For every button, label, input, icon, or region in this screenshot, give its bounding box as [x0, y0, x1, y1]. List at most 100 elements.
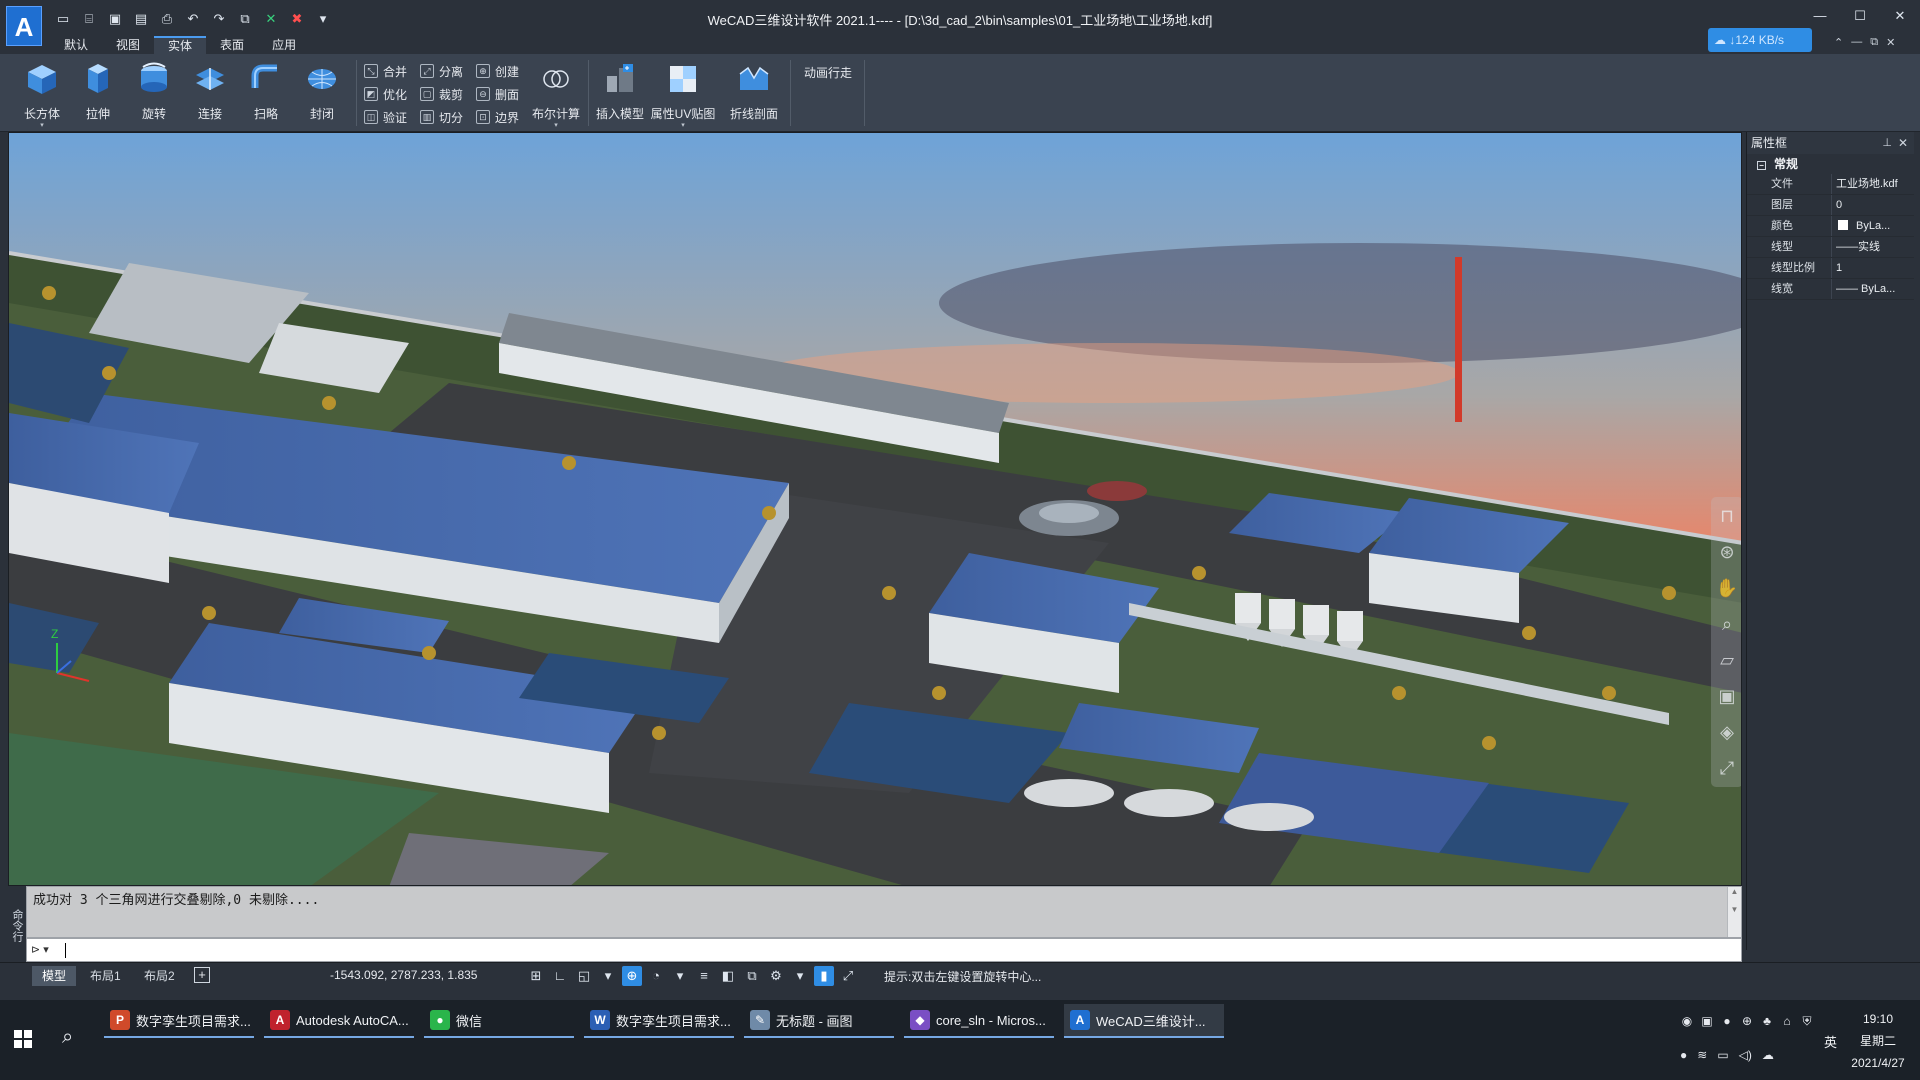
merge-button[interactable]: ⤡ 合并 [364, 62, 407, 80]
fold-section-button[interactable]: 折线剖面 [728, 60, 780, 122]
minimize-icon[interactable]: — [1812, 8, 1828, 24]
windows-start-icon[interactable] [14, 1030, 32, 1048]
wifi-icon[interactable]: ≋ [1697, 1048, 1707, 1062]
tab-apply[interactable]: 应用 [258, 36, 310, 54]
dropdown-icon[interactable]: ▾ [670, 966, 690, 986]
cloud-tray-icon[interactable]: ☁ [1762, 1048, 1774, 1062]
doc-minimize-icon[interactable]: — [1851, 36, 1862, 49]
close-red-icon[interactable]: ✖ [288, 10, 306, 28]
network-tool-icon[interactable]: ▣ [1700, 1014, 1714, 1030]
selection-cycle-icon[interactable]: ⧉ [742, 966, 762, 986]
pan-icon[interactable]: ✋ [1715, 575, 1739, 601]
uv-map-button[interactable]: 属性UV贴图 ▾ [650, 60, 716, 129]
taskbar-app-powerpoint[interactable]: P 数字孪生项目需求... [104, 1004, 254, 1038]
layout-tab-1[interactable]: 布局1 [80, 966, 131, 986]
validate-button[interactable]: ◫ 验证 [364, 108, 407, 126]
tab-view[interactable]: 视图 [102, 36, 154, 54]
taskbar-app-visual-studio[interactable]: ◆ core_sln - Micros... [904, 1004, 1054, 1038]
insert-model-button[interactable]: 插入模型 [594, 60, 646, 122]
property-row-layer[interactable]: 图层 0 [1747, 195, 1914, 216]
tab-solid[interactable]: 实体 [154, 36, 207, 54]
property-row-linetype-scale[interactable]: 线型比例 1 [1747, 258, 1914, 279]
taskbar-app-autocad[interactable]: A Autodesk AutoCA... [264, 1004, 414, 1038]
animation-walk-button[interactable]: 动画行走 [804, 64, 852, 81]
dropdown-icon[interactable]: ▾ [314, 10, 332, 28]
3d-viewport[interactable]: Z ⊓ ⊛ ✋ ⌕ ▱ ▣ ◈ ⤢ [8, 132, 1742, 886]
app-logo[interactable]: A [6, 6, 42, 46]
open-icon[interactable]: ⌸ [80, 10, 98, 28]
command-input[interactable]: ⊳ ▾ [26, 938, 1742, 962]
slice-button[interactable]: ▥ 切分 [420, 108, 463, 126]
snap-icon[interactable]: ◱ [574, 966, 594, 986]
app-tray-icon[interactable]: ● [1720, 1014, 1734, 1030]
add-layout-button[interactable]: + [194, 967, 210, 983]
create-button[interactable]: ⊕ 创建 [476, 62, 519, 80]
command-prompt-icon[interactable]: ⊳ ▾ [31, 943, 49, 956]
print-icon[interactable]: ⎙ [158, 10, 176, 28]
security-icon[interactable]: ⛨ [1800, 1014, 1814, 1030]
taskbar-app-wechat[interactable]: ● 微信 [424, 1004, 574, 1038]
volume-icon[interactable]: ◁) [1739, 1048, 1752, 1062]
close-panel-icon[interactable]: ✕ [1898, 132, 1908, 154]
trim-button[interactable]: ▢ 裁剪 [420, 85, 463, 103]
undo-icon[interactable]: ↶ [184, 10, 202, 28]
collapse-ribbon-icon[interactable]: ⌃ [1834, 36, 1843, 49]
top-view-icon[interactable]: ▣ [1715, 683, 1739, 709]
close-green-icon[interactable]: ✕ [262, 10, 280, 28]
doc-restore-icon[interactable]: ⧉ [1870, 36, 1878, 49]
extrude-button[interactable]: 拉伸 [72, 60, 124, 122]
iso-view-icon[interactable]: ◈ [1715, 719, 1739, 745]
optimize-button[interactable]: ◩ 优化 [364, 85, 407, 103]
grid-icon[interactable]: ⊞ [526, 966, 546, 986]
redo-icon[interactable]: ↷ [210, 10, 228, 28]
search-icon[interactable]: ⌕ [62, 1026, 73, 1049]
lineweight-icon[interactable]: ≡ [694, 966, 714, 986]
tab-default[interactable]: 默认 [50, 36, 102, 54]
app-tray-icon[interactable]: ♣ [1760, 1014, 1774, 1030]
object-snap-icon[interactable]: ⊕ [622, 966, 642, 986]
delete-face-button[interactable]: ⊖ 删面 [476, 85, 519, 103]
box-button[interactable]: 长方体 ▾ [16, 60, 68, 129]
fit-extents-icon[interactable]: ⤢ [1715, 755, 1739, 781]
separate-button[interactable]: ⤢ 分离 [420, 62, 463, 80]
property-row-lineweight[interactable]: 线宽 —— ByLa... [1747, 279, 1914, 300]
settings-icon[interactable]: ⚙ [766, 966, 786, 986]
app-tray-icon[interactable]: ⊕ [1740, 1014, 1754, 1030]
property-group-general[interactable]: − 常规 [1747, 154, 1914, 174]
front-view-icon[interactable]: ▱ [1715, 647, 1739, 673]
command-scrollbar[interactable]: ▲ ▼ [1727, 887, 1741, 937]
connect-button[interactable]: 连接 [184, 60, 236, 122]
boolean-dropdown-icon[interactable]: ▾ [530, 122, 582, 129]
input-method-indicator[interactable]: 英 [1824, 1032, 1837, 1051]
revolve-button[interactable]: 旋转 [128, 60, 180, 122]
property-row-linetype[interactable]: 线型 ——实线 [1747, 237, 1914, 258]
boolean-button[interactable]: 布尔计算 ▾ [530, 60, 582, 129]
pin-icon[interactable]: ⊥ [1882, 132, 1892, 154]
layout-tab-model[interactable]: 模型 [32, 966, 77, 986]
transparency-icon[interactable]: ◧ [718, 966, 738, 986]
save-as-icon[interactable]: ▤ [132, 10, 150, 28]
box-dropdown-icon[interactable]: ▾ [16, 122, 68, 129]
uv-map-dropdown-icon[interactable]: ▾ [650, 122, 716, 129]
polar-icon[interactable]: ◔ [646, 966, 666, 986]
close-shape-button[interactable]: 封闭 [296, 60, 348, 122]
copy-window-icon[interactable]: ⧉ [236, 10, 254, 28]
zoom-icon[interactable]: ⌕ [1715, 611, 1739, 637]
new-file-icon[interactable]: ▭ [54, 10, 72, 28]
ortho-icon[interactable]: ∟ [550, 966, 570, 986]
wechat-tray-icon[interactable]: ● [1680, 1048, 1687, 1062]
collapse-icon[interactable]: − [1757, 161, 1766, 170]
property-row-color[interactable]: 颜色 ByLa... [1747, 216, 1914, 237]
dropdown-icon[interactable]: ▾ [598, 966, 618, 986]
usb-icon[interactable]: ⌂ [1780, 1014, 1794, 1030]
sweep-button[interactable]: 扫略 [240, 60, 292, 122]
close-icon[interactable]: ✕ [1892, 8, 1908, 24]
tab-surface[interactable]: 表面 [206, 36, 258, 54]
orbit-icon[interactable]: ⊛ [1715, 539, 1739, 565]
layout-tab-2[interactable]: 布局2 [134, 966, 185, 986]
battery-icon[interactable]: ▭ [1717, 1048, 1728, 1062]
browser-icon[interactable]: ◉ [1680, 1014, 1694, 1030]
view-cube-icon[interactable]: ⊓ [1715, 503, 1739, 529]
save-icon[interactable]: ▣ [106, 10, 124, 28]
boundary-button[interactable]: ⊡ 边界 [476, 108, 519, 126]
